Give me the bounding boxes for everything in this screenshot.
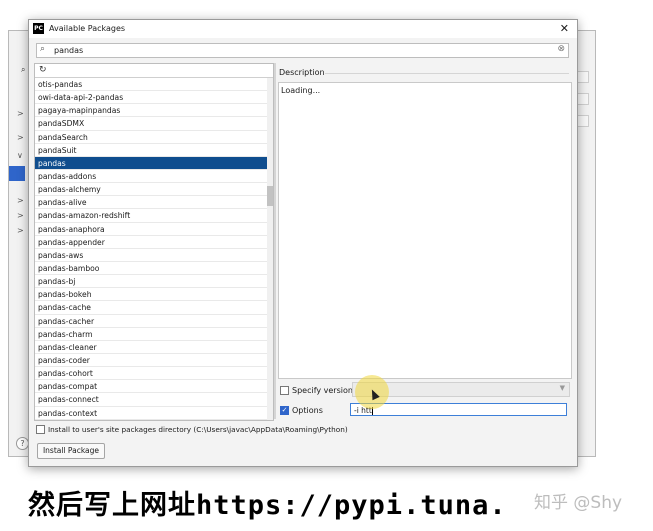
options-checkbox[interactable]: ✓ [280,406,289,415]
tree-collapse-icon[interactable]: ∨ [17,151,23,160]
search-icon: ⌕ [40,44,46,54]
tree-expand-icon[interactable]: > [17,226,24,235]
package-list-item[interactable]: pandas-amazon-redshift [35,209,267,223]
package-list-item[interactable]: pandaSearch [35,131,267,144]
package-list-item[interactable]: pandas-context [35,407,267,420]
package-list-item[interactable]: pandas-addons [35,170,267,184]
package-list-item[interactable]: pandas-cohort [35,367,267,381]
package-search-input[interactable]: pandas [54,46,83,55]
clear-search-icon[interactable]: ⊗ [557,44,565,54]
panel-splitter[interactable] [274,63,276,419]
list-toolbar: ↻ [35,64,273,78]
package-list-item[interactable]: pandas-bj [35,275,267,289]
description-text: Loading... [281,86,321,95]
search-icon: ⌕ [21,65,26,74]
tree-expand-icon[interactable]: > [17,196,24,205]
package-list-item[interactable]: pandas-aws [35,249,267,262]
description-separator [325,73,569,74]
package-list-item[interactable]: otis-pandas [35,78,267,92]
package-list-item[interactable]: pandas-compat [35,380,267,394]
package-list-item[interactable]: pandas-anaphora [35,223,267,236]
watermark: 知乎 @Shy [534,493,623,513]
pycharm-logo-icon: PC [33,23,44,34]
tree-expand-icon[interactable]: > [17,211,24,220]
package-list-item[interactable]: pandas-alive [35,196,267,210]
package-list: otis-pandas owi-data-api-2-pandas pagaya-m… [35,78,267,420]
reload-icon[interactable]: ↻ [39,65,47,75]
package-list-item[interactable]: pandas [35,156,267,170]
package-list-item[interactable]: pandas-cleaner [35,341,267,354]
specify-version-checkbox[interactable] [280,386,289,395]
package-list-item[interactable]: pandas-appender [35,236,267,249]
tree-expand-icon[interactable]: > [17,133,24,142]
package-list-item[interactable]: pandas-bokeh [35,288,267,302]
install-user-site-checkbox[interactable] [36,425,45,434]
chevron-down-icon: ▼ [559,384,565,392]
video-caption: 然后写上网址https://pypi.tuna. [28,490,507,521]
dialog-title: Available Packages [49,24,126,33]
tree-expand-icon[interactable]: > [17,109,24,118]
package-list-item[interactable]: pandaSDMX [35,117,267,131]
options-label: Options [292,406,323,415]
install-user-site-label: Install to user's site packages director… [48,425,348,434]
package-list-panel: ↻ otis-pandas owi-data-api-2-pandas pagaya… [34,63,274,421]
scrollbar-thumb[interactable] [267,186,273,206]
package-list-item[interactable]: pandas-cacher [35,315,267,328]
tree-selected-item[interactable] [9,166,25,181]
package-list-item[interactable]: pagaya-mapinpandas [35,104,267,118]
package-search-field[interactable]: ⌕ pandas ⊗ [36,43,569,58]
description-label: Description [279,68,325,77]
package-list-item[interactable]: pandas-alchemy [35,183,267,197]
available-packages-dialog: PC Available Packages ✕ ⌕ pandas ⊗ ↻ oti… [28,19,578,467]
package-list-item[interactable]: pandas-coder [35,354,267,368]
package-list-item[interactable]: pandas-connect [35,393,267,407]
install-package-button[interactable]: Install Package [37,443,105,459]
package-list-item[interactable]: pandas-cache [35,301,267,315]
description-area: Loading... [278,82,572,379]
package-list-item[interactable]: owi-data-api-2-pandas [35,91,267,105]
package-list-item[interactable]: pandas-charm [35,328,267,341]
package-list-item[interactable]: pandas-bamboo [35,262,267,276]
dialog-titlebar: PC Available Packages ✕ [29,20,577,38]
package-list-item[interactable]: pandaSuit [35,144,267,157]
package-list-scrollbar[interactable] [267,78,273,420]
specify-version-label: Specify version [292,386,353,395]
close-icon[interactable]: ✕ [560,22,569,35]
